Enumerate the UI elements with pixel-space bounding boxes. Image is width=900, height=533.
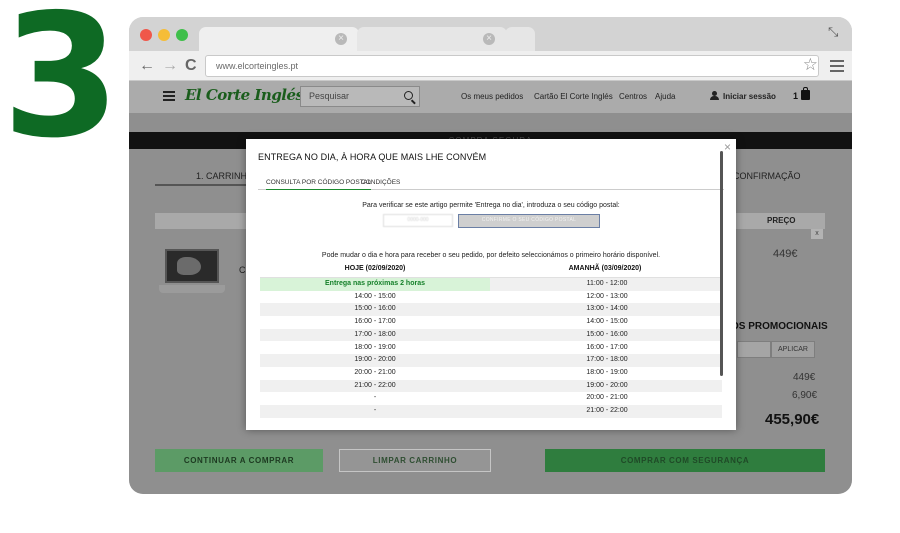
price-column-header: PREÇO (767, 216, 796, 225)
slot-tomorrow[interactable]: 21:00 - 22:00 (492, 405, 722, 418)
same-day-delivery-modal: × ENTREGA NO DIA, À HORA QUE MAIS LHE CO… (246, 139, 736, 430)
slot-today: - (373, 407, 377, 414)
my-orders-link[interactable]: Os meus pedidos (461, 92, 523, 101)
modal-scrollbar[interactable] (720, 151, 723, 376)
browser-menu-icon[interactable] (830, 60, 844, 72)
slot-row: 18:00 - 19:00 16:00 - 17:00 (260, 342, 722, 355)
browser-toolbar: ← → C www.elcorteingles.pt ☆ (129, 51, 852, 81)
slot-tomorrow[interactable]: 15:00 - 16:00 (492, 329, 722, 342)
site-logo[interactable]: El Corte Inglés (185, 86, 304, 104)
continue-shopping-button[interactable]: CONTINUAR A COMPRAR (155, 449, 323, 472)
slot-row: 20:00 - 21:00 18:00 - 19:00 (260, 367, 722, 380)
slot-tomorrow[interactable]: 14:00 - 15:00 (492, 316, 722, 329)
promo-code-input[interactable] (737, 341, 771, 358)
slot-today[interactable]: 19:00 - 20:00 (260, 354, 490, 367)
search-input[interactable]: Pesquisar (300, 86, 420, 107)
new-tab-button[interactable] (505, 27, 535, 53)
total-value: 455,90€ (765, 411, 820, 428)
slot-today[interactable]: 17:00 - 18:00 (260, 329, 490, 342)
slot-row: Entrega nas próximas 2 horas 11:00 - 12:… (260, 278, 722, 291)
address-bar[interactable]: www.elcorteingles.pt (205, 55, 819, 77)
shipping-value: 6,90€ (792, 390, 818, 401)
slot-row: - 20:00 - 21:00 (260, 392, 722, 405)
modal-tabs: CONSULTA POR CÓDIGO POSTAL CONDIÇÕES (258, 176, 724, 190)
slot-today[interactable]: 18:00 - 19:00 (260, 342, 490, 355)
slot-today: - (373, 394, 377, 402)
browser-tabbar: × × ⤡ (129, 17, 852, 53)
login-link[interactable]: Iniciar sessão (723, 92, 776, 101)
slot-row: 21:00 - 22:00 19:00 - 20:00 (260, 379, 722, 393)
slot-tomorrow[interactable]: 20:00 - 21:00 (492, 392, 722, 405)
step-progress-line (155, 184, 255, 186)
minimize-window-icon[interactable] (158, 29, 170, 41)
remove-item-button[interactable]: x (811, 229, 823, 239)
step-number: 3 (2, 0, 120, 176)
maximize-window-icon[interactable] (176, 29, 188, 41)
product-name[interactable]: C (239, 265, 246, 275)
laptop-screen (165, 249, 219, 283)
promo-codes-title: OS PROMOCIONAIS (731, 321, 828, 332)
slot-row: 16:00 - 17:00 14:00 - 15:00 (260, 316, 722, 329)
card-link[interactable]: Cartão El Corte Inglés (534, 92, 613, 101)
stores-link[interactable]: Centros (619, 92, 647, 101)
subtotal-value: 449€ (793, 372, 816, 383)
shopping-bag-icon[interactable] (801, 87, 810, 100)
tab-postal-code[interactable]: CONSULTA POR CÓDIGO POSTAL (266, 179, 372, 190)
slot-row: 15:00 - 16:00 13:00 - 14:00 (260, 303, 722, 317)
bookmark-star-icon[interactable]: ☆ (803, 56, 818, 74)
slot-today[interactable]: 14:00 - 15:00 (260, 291, 490, 304)
slot-today[interactable]: 16:00 - 17:00 (260, 316, 490, 329)
slot-tomorrow[interactable]: 19:00 - 20:00 (492, 380, 722, 393)
close-icon[interactable]: × (724, 141, 731, 153)
reload-icon[interactable]: C (185, 57, 197, 75)
slot-row: 17:00 - 18:00 15:00 - 16:00 (260, 328, 722, 342)
laptop-base (159, 285, 225, 293)
product-thumbnail[interactable] (159, 249, 225, 305)
clear-cart-button[interactable]: LIMPAR CARRINHO (339, 449, 491, 472)
slot-today[interactable]: 20:00 - 21:00 (260, 367, 490, 380)
help-link[interactable]: Ajuda (655, 92, 675, 101)
cart-count: 1 (793, 91, 799, 101)
buy-securely-button[interactable]: COMPRAR COM SEGURANÇA (545, 449, 825, 472)
slot-today[interactable]: Entrega nas próximas 2 horas (260, 278, 490, 291)
search-icon[interactable] (404, 91, 413, 100)
expand-icon[interactable]: ⤡ (828, 25, 842, 39)
slot-tomorrow[interactable]: 17:00 - 18:00 (492, 354, 722, 367)
postal-code-input[interactable]: 0000-000 (383, 214, 453, 227)
hamburger-menu-icon[interactable] (163, 91, 175, 101)
delivery-slots-table: Entrega nas próximas 2 horas 11:00 - 12:… (260, 277, 722, 422)
user-icon[interactable] (710, 91, 719, 101)
step-confirmation-label: CONFIRMAÇÃO (733, 171, 801, 181)
back-arrow-icon[interactable]: ← (139, 57, 155, 75)
slot-row: 14:00 - 15:00 12:00 - 13:00 (260, 291, 722, 304)
tab-close-icon[interactable]: × (483, 33, 495, 45)
slot-tomorrow[interactable]: 16:00 - 17:00 (492, 342, 722, 355)
forward-arrow-icon[interactable]: → (162, 57, 178, 75)
slot-today[interactable]: 21:00 - 22:00 (260, 380, 490, 393)
slot-row: - 21:00 - 22:00 (260, 405, 722, 418)
site-header: El Corte Inglés Pesquisar Os meus pedido… (129, 81, 852, 113)
browser-tab[interactable]: × (357, 27, 507, 53)
postal-code-instructions: Para verificar se este artigo permite 'E… (362, 202, 620, 209)
browser-tab-active[interactable]: × (199, 27, 359, 53)
item-price: 449€ (773, 248, 798, 260)
today-header: HOJE (02/09/2020) (344, 265, 406, 272)
slot-tomorrow[interactable]: 11:00 - 12:00 (492, 278, 722, 291)
apply-promo-button[interactable]: APLICAR (771, 341, 815, 358)
tab-close-icon[interactable]: × (335, 33, 347, 45)
slot-row: 19:00 - 20:00 17:00 - 18:00 (260, 354, 722, 367)
tab-conditions[interactable]: CONDIÇÕES (361, 179, 400, 186)
slot-tomorrow[interactable]: 13:00 - 14:00 (492, 303, 722, 316)
delivery-change-note: Pode mudar o dia e hora para receber o s… (321, 252, 661, 259)
slot-today[interactable]: 15:00 - 16:00 (260, 303, 490, 316)
close-window-icon[interactable] (140, 29, 152, 41)
tomorrow-header: AMANHÃ (03/09/2020) (568, 265, 642, 272)
modal-title: ENTREGA NO DIA, À HORA QUE MAIS LHE CONV… (258, 152, 487, 162)
search-placeholder: Pesquisar (309, 91, 350, 101)
slot-tomorrow[interactable]: 12:00 - 13:00 (492, 291, 722, 304)
confirm-postal-code-button[interactable]: CONFIRME O SEU CÓDIGO POSTAL (458, 214, 600, 228)
slot-tomorrow[interactable]: 18:00 - 19:00 (492, 367, 722, 380)
